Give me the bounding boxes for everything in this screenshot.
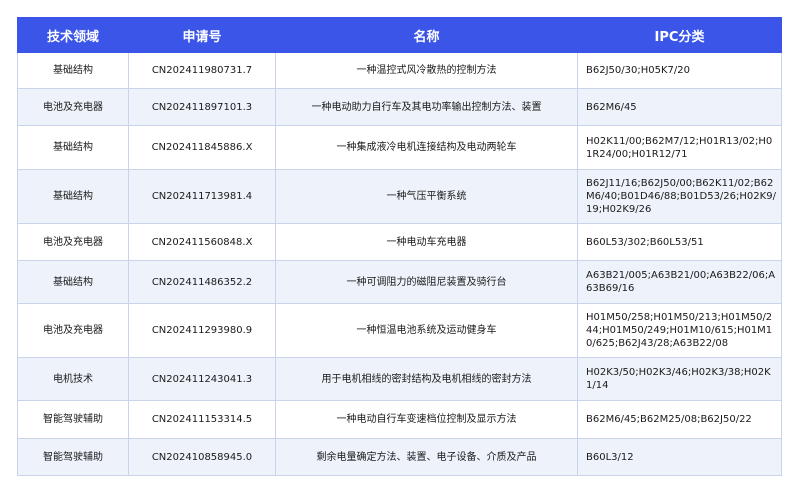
- cell-field: 基础结构: [17, 260, 129, 304]
- table-row: 电池及充电器 CN202411560848.X 一种电动车充电器 B60L53/…: [17, 223, 782, 261]
- cell-field: 电池及充电器: [17, 88, 129, 126]
- header-row: 技术领域 申请号 名称 IPC分类: [17, 17, 782, 53]
- cell-name: 剩余电量确定方法、装置、电子设备、介质及产品: [275, 438, 578, 476]
- cell-name: 一种温控式风冷散热的控制方法: [275, 52, 578, 89]
- patent-table: 技术领域 申请号 名称 IPC分类 基础结构 CN202411980731.7 …: [17, 17, 782, 476]
- cell-field: 电机技术: [17, 357, 129, 401]
- cell-ipc: B62M6/45: [577, 88, 782, 126]
- cell-ipc: A63B21/005;A63B21/00;A63B22/06;A63B69/16: [577, 260, 782, 304]
- cell-field: 智能驾驶辅助: [17, 438, 129, 476]
- cell-field: 电池及充电器: [17, 223, 129, 261]
- cell-name: 一种电动助力自行车及其电功率输出控制方法、装置: [275, 88, 578, 126]
- table-row: 智能驾驶辅助 CN202410858945.0 剩余电量确定方法、装置、电子设备…: [17, 438, 782, 476]
- table-row: 电池及充电器 CN202411897101.3 一种电动助力自行车及其电功率输出…: [17, 88, 782, 126]
- cell-field: 基础结构: [17, 169, 129, 224]
- cell-name: 一种电动自行车变速档位控制及显示方法: [275, 400, 578, 439]
- cell-app-no: CN202411153314.5: [128, 400, 276, 439]
- table-row: 基础结构 CN202411845886.X 一种集成液冷电机连接结构及电动两轮车…: [17, 125, 782, 170]
- cell-app-no: CN202411845886.X: [128, 125, 276, 170]
- header-app-no: 申请号: [128, 17, 276, 53]
- cell-app-no: CN202411293980.9: [128, 303, 276, 358]
- cell-ipc: H02K11/00;B62M7/12;H01R13/02;H01R24/00;H…: [577, 125, 782, 170]
- cell-ipc: B60L3/12: [577, 438, 782, 476]
- patent-table-container: 技术领域 申请号 名称 IPC分类 基础结构 CN202411980731.7 …: [17, 17, 782, 476]
- cell-name: 一种恒温电池系统及运动健身车: [275, 303, 578, 358]
- cell-field: 基础结构: [17, 125, 129, 170]
- cell-app-no: CN202411243041.3: [128, 357, 276, 401]
- cell-app-no: CN202410858945.0: [128, 438, 276, 476]
- cell-name: 用于电机相线的密封结构及电机相线的密封方法: [275, 357, 578, 401]
- cell-app-no: CN202411486352.2: [128, 260, 276, 304]
- header-field: 技术领域: [17, 17, 129, 53]
- header-name: 名称: [275, 17, 578, 53]
- cell-field: 基础结构: [17, 52, 129, 89]
- table-row: 电机技术 CN202411243041.3 用于电机相线的密封结构及电机相线的密…: [17, 357, 782, 401]
- cell-name: 一种可调阻力的磁阻尼装置及骑行台: [275, 260, 578, 304]
- table-row: 基础结构 CN202411486352.2 一种可调阻力的磁阻尼装置及骑行台 A…: [17, 260, 782, 304]
- cell-ipc: H01M50/258;H01M50/213;H01M50/244;H01M50/…: [577, 303, 782, 358]
- cell-app-no: CN202411897101.3: [128, 88, 276, 126]
- cell-ipc: B62J11/16;B62J50/00;B62K11/02;B62M6/40;B…: [577, 169, 782, 224]
- cell-app-no: CN202411980731.7: [128, 52, 276, 89]
- cell-app-no: CN202411560848.X: [128, 223, 276, 261]
- cell-name: 一种电动车充电器: [275, 223, 578, 261]
- cell-field: 智能驾驶辅助: [17, 400, 129, 439]
- header-ipc: IPC分类: [577, 17, 782, 53]
- cell-field: 电池及充电器: [17, 303, 129, 358]
- cell-app-no: CN202411713981.4: [128, 169, 276, 224]
- table-row: 电池及充电器 CN202411293980.9 一种恒温电池系统及运动健身车 H…: [17, 303, 782, 358]
- cell-ipc: B62J50/30;H05K7/20: [577, 52, 782, 89]
- cell-ipc: B62M6/45;B62M25/08;B62J50/22: [577, 400, 782, 439]
- table-row: 基础结构 CN202411713981.4 一种气压平衡系统 B62J11/16…: [17, 169, 782, 224]
- table-row: 基础结构 CN202411980731.7 一种温控式风冷散热的控制方法 B62…: [17, 52, 782, 89]
- cell-ipc: H02K3/50;H02K3/46;H02K3/38;H02K1/14: [577, 357, 782, 401]
- cell-name: 一种气压平衡系统: [275, 169, 578, 224]
- table-row: 智能驾驶辅助 CN202411153314.5 一种电动自行车变速档位控制及显示…: [17, 400, 782, 439]
- cell-ipc: B60L53/302;B60L53/51: [577, 223, 782, 261]
- cell-name: 一种集成液冷电机连接结构及电动两轮车: [275, 125, 578, 170]
